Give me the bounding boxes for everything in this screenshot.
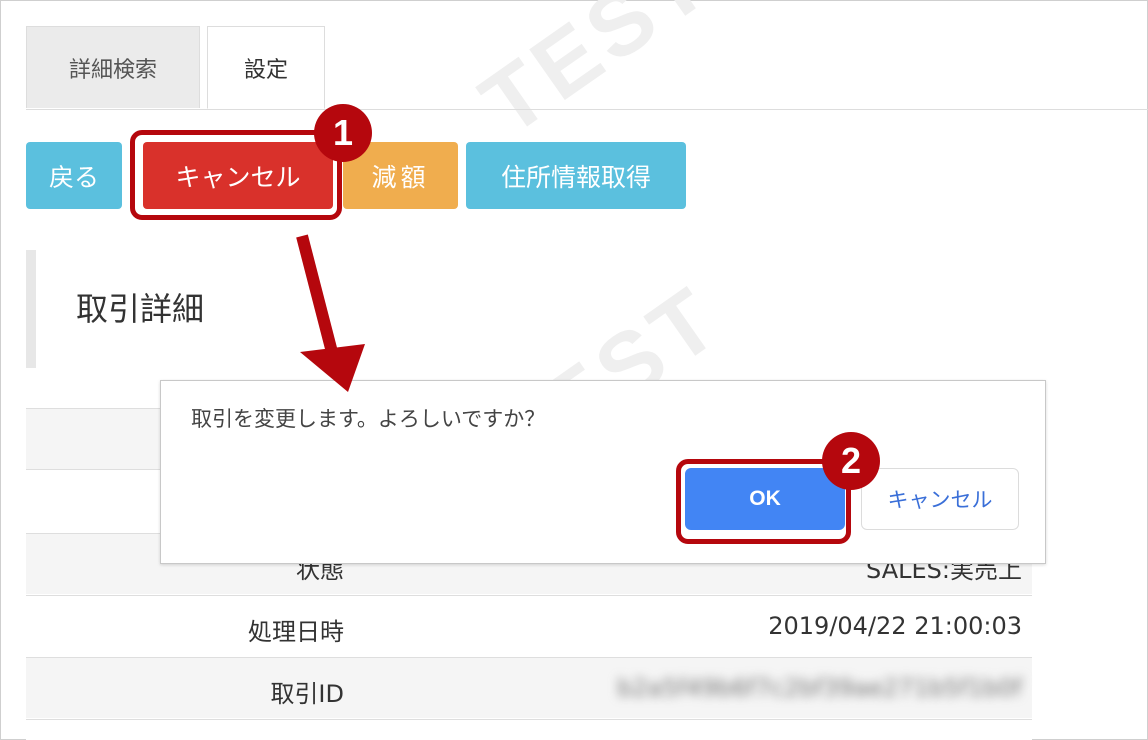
annotation-arrow-icon [296, 234, 365, 392]
step-badge-2: 2 [822, 432, 880, 490]
step-badge-1: 1 [314, 104, 372, 162]
